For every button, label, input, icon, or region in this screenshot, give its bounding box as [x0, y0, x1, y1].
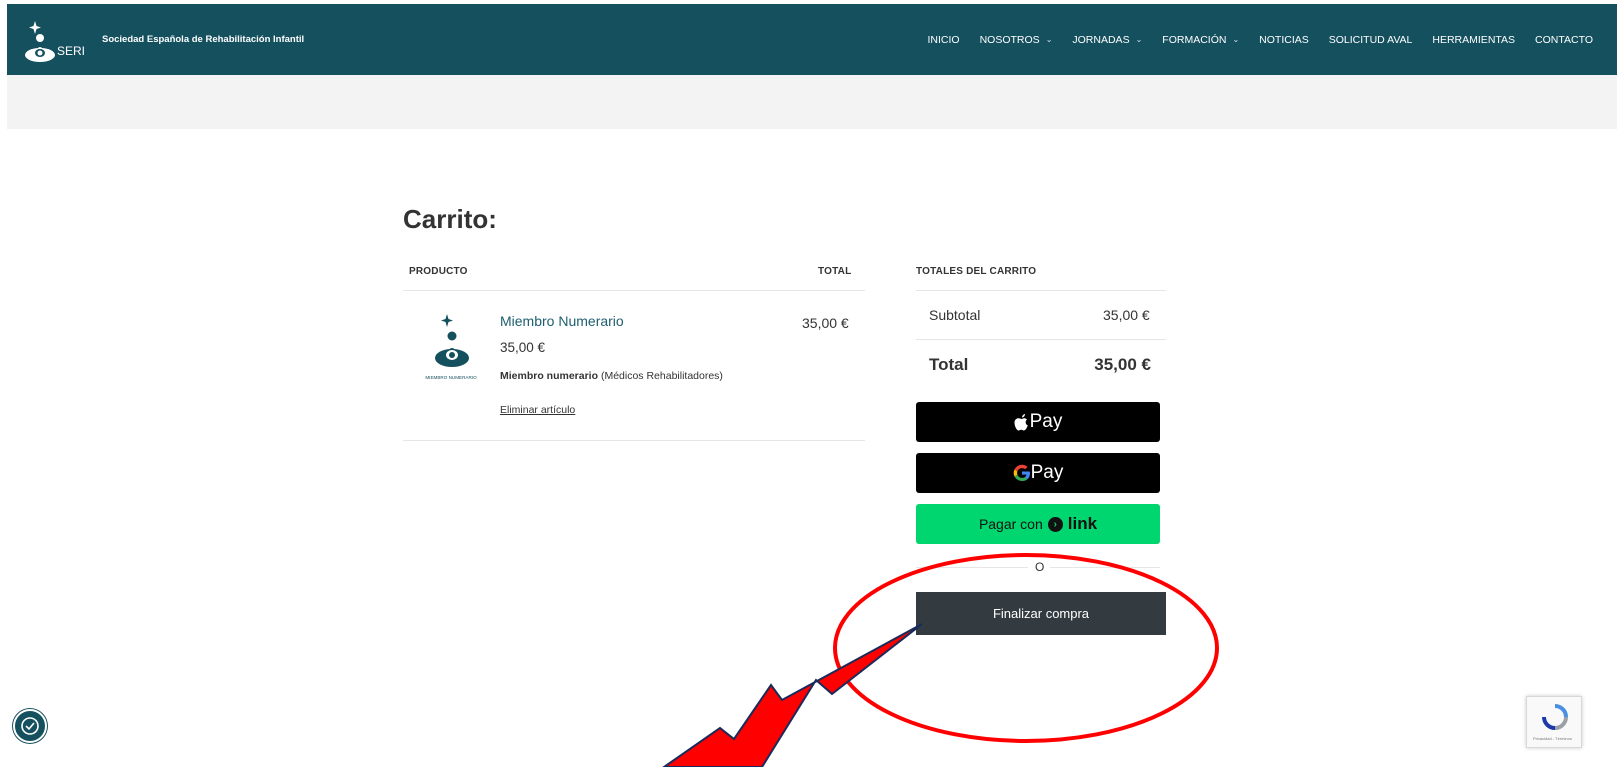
total-value: 35,00 €: [1094, 355, 1151, 374]
nav-contacto[interactable]: CONTACTO: [1535, 34, 1593, 46]
cart-totals-heading: TOTALES DEL CARRITO: [916, 266, 1037, 277]
nav-label: CONTACTO: [1535, 33, 1593, 46]
divider: [403, 440, 865, 441]
recaptcha-text: Privacidad - Términos: [1533, 736, 1572, 741]
column-header-product: PRODUCTO: [409, 266, 468, 277]
google-pay-label: Pay: [1030, 462, 1064, 483]
nav-label: NOSOTROS: [979, 33, 1040, 46]
product-thumbnail[interactable]: MIEMBRO NUMERARIO: [419, 312, 483, 386]
nav-label: JORNADAS: [1072, 33, 1130, 46]
divider: [1050, 567, 1160, 568]
page-banner: [7, 75, 1617, 129]
nav-herramientas[interactable]: HERRAMIENTAS: [1432, 34, 1515, 46]
site-header: SERI Sociedad Española de Rehabilitación…: [7, 4, 1617, 75]
product-image-caption: MIEMBRO NUMERARIO: [425, 375, 477, 380]
or-separator: O: [1035, 560, 1045, 574]
seri-logo-icon[interactable]: [17, 14, 103, 66]
nav-label: FORMACIÓN: [1162, 33, 1227, 46]
google-pay-button[interactable]: Pay: [916, 453, 1160, 493]
remove-item-link[interactable]: Eliminar artículo: [500, 404, 575, 416]
subtotal-value: 35,00 €: [1103, 307, 1150, 323]
link-word: link: [1067, 514, 1098, 533]
chevron-down-icon: ⌄: [1135, 35, 1143, 44]
page-title: Carrito:: [403, 204, 497, 234]
site-name[interactable]: Sociedad Española de Rehabilitación Infa…: [102, 34, 304, 45]
recaptcha-badge[interactable]: Privacidad - Términos: [1526, 696, 1582, 748]
google-g-icon: [1013, 464, 1030, 481]
line-total: 35,00 €: [802, 315, 849, 331]
accessibility-glyph: [21, 717, 39, 735]
accessibility-icon[interactable]: [13, 709, 47, 743]
product-name-link[interactable]: Miembro Numerario: [500, 313, 624, 329]
nav-formacion[interactable]: FORMACIÓN ⌄: [1162, 34, 1239, 46]
recaptcha-icon: [1542, 704, 1568, 730]
product-meta-label: Miembro numerario: [500, 370, 599, 382]
nav-noticias[interactable]: NOTICIAS: [1259, 34, 1309, 46]
logo-text: SERI: [57, 44, 86, 58]
apple-pay-label: Pay: [1029, 411, 1063, 432]
nav-inicio[interactable]: INICIO: [928, 34, 960, 46]
product-meta: Miembro numerario (Médicos Rehabilitador…: [500, 370, 723, 382]
product-meta-value: (Médicos Rehabilitadores): [600, 370, 723, 382]
link-prefix: Pagar con: [978, 516, 1043, 532]
pay-with-link-button[interactable]: Pagar con › link: [916, 504, 1160, 544]
nav-label: INICIO: [927, 33, 960, 46]
link-arrow-icon: ›: [1047, 516, 1063, 532]
nav-jornadas[interactable]: JORNADAS ⌄: [1072, 34, 1142, 46]
checkout-button[interactable]: Finalizar compra: [916, 592, 1166, 635]
nav-nosotros[interactable]: NOSOTROS ⌄: [980, 34, 1053, 46]
subtotal-label: Subtotal: [929, 307, 981, 323]
nav-label: NOTICIAS: [1259, 33, 1309, 46]
divider: [403, 290, 865, 291]
nav-label: HERRAMIENTAS: [1432, 33, 1516, 46]
divider: [916, 567, 1028, 568]
column-header-total: TOTAL: [818, 266, 852, 277]
chevron-down-icon: ⌄: [1232, 35, 1240, 44]
divider: [916, 339, 1166, 340]
nav-label: SOLICITUD AVAL: [1328, 33, 1413, 46]
divider: [916, 290, 1166, 291]
nav-solicitud-aval[interactable]: SOLICITUD AVAL: [1329, 34, 1413, 46]
main-nav: INICIO NOSOTROS ⌄ JORNADAS ⌄ FORMACIÓN ⌄ NO…: [928, 4, 1594, 75]
product-price: 35,00 €: [500, 340, 546, 355]
apple-pay-button[interactable]: Pay: [916, 402, 1160, 442]
total-label: Total: [929, 355, 969, 374]
chevron-down-icon: ⌄: [1045, 35, 1053, 44]
browser-page: SERI Sociedad Española de Rehabilitación…: [7, 4, 1617, 767]
apple-icon: [1014, 413, 1028, 430]
